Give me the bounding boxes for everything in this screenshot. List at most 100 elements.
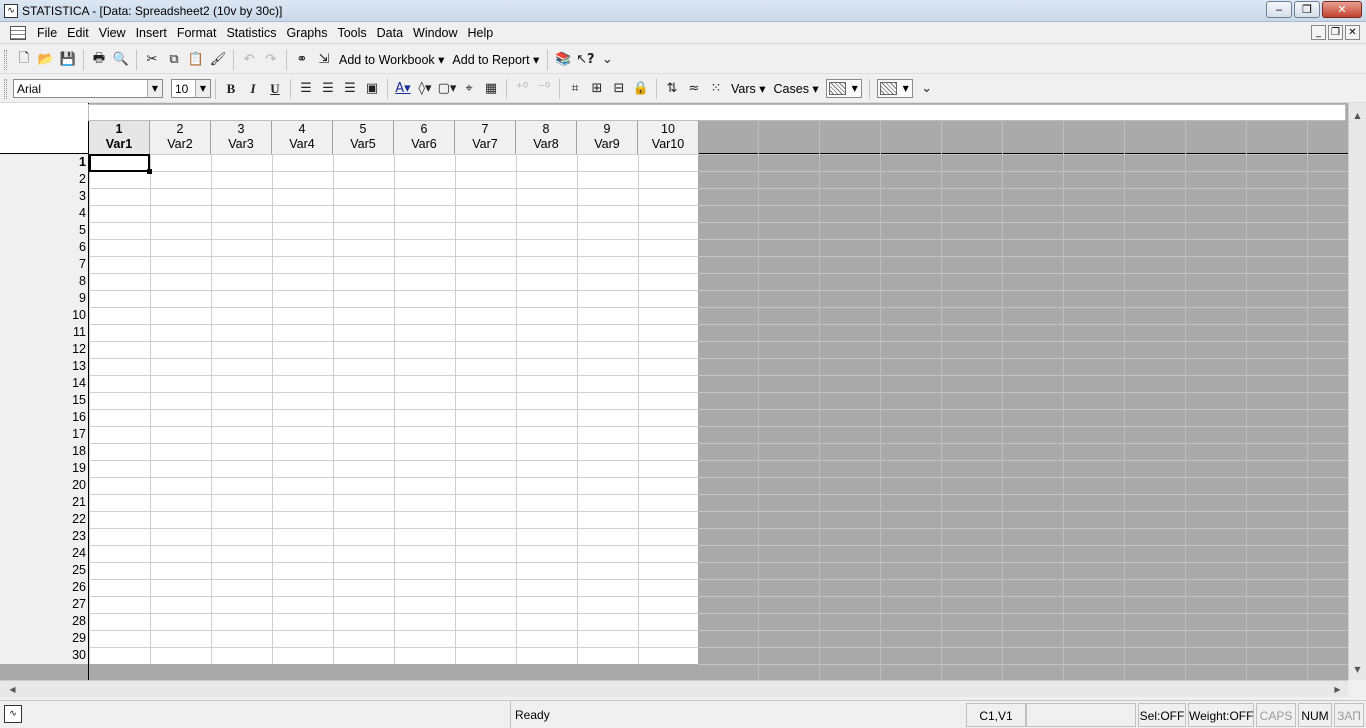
find-binoculars-icon[interactable]: ⚭: [291, 49, 313, 71]
align-right-icon[interactable]: ☰: [339, 78, 361, 100]
column-header[interactable]: 3 Var3: [211, 121, 272, 154]
pattern-select-2[interactable]: ▼: [876, 79, 913, 98]
align-center-icon[interactable]: ☰: [317, 78, 339, 100]
row-header[interactable]: 11: [0, 324, 89, 341]
all-specs-icon[interactable]: ⊟: [608, 78, 630, 100]
row-header[interactable]: 6: [0, 239, 89, 256]
row-header[interactable]: 5: [0, 222, 89, 239]
font-size-select[interactable]: 10 ▼: [171, 79, 211, 98]
pattern-select-1[interactable]: ▼: [825, 79, 862, 98]
cases-menu-button[interactable]: Cases ▾: [770, 81, 823, 96]
decrease-decimal-icon[interactable]: ⁻⁰: [533, 78, 555, 100]
minimize-button[interactable]: ‒: [1266, 1, 1292, 18]
row-header[interactable]: 30: [0, 647, 89, 664]
select-all-corner[interactable]: [0, 103, 89, 154]
toolbar-options-chevron-icon[interactable]: ⌄: [596, 49, 618, 71]
active-cell-cursor[interactable]: [89, 154, 152, 174]
undo-icon[interactable]: ↶: [238, 49, 260, 71]
row-header[interactable]: 18: [0, 443, 89, 460]
row-header[interactable]: 19: [0, 460, 89, 477]
save-icon[interactable]: 💾: [57, 49, 79, 71]
status-app-icon[interactable]: ∿: [4, 705, 22, 723]
font-color-icon[interactable]: A▾: [392, 78, 414, 100]
cut-icon[interactable]: ✂: [141, 49, 163, 71]
gridlines-icon[interactable]: ▦: [480, 78, 502, 100]
row-header[interactable]: 8: [0, 273, 89, 290]
recode-icon[interactable]: ≈: [683, 78, 705, 100]
row-header[interactable]: 12: [0, 341, 89, 358]
menu-statistics[interactable]: Statistics: [221, 22, 281, 44]
scroll-right-icon[interactable]: ▶: [1329, 681, 1346, 698]
toolbar-grip[interactable]: [4, 49, 7, 70]
new-file-icon[interactable]: 🗋: [13, 49, 35, 71]
align-left-icon[interactable]: ☰: [295, 78, 317, 100]
goto-icon[interactable]: ⇲: [313, 49, 335, 71]
increase-decimal-icon[interactable]: ⁺⁰: [511, 78, 533, 100]
row-header[interactable]: 9: [0, 290, 89, 307]
row-header[interactable]: 15: [0, 392, 89, 409]
column-header[interactable]: 6 Var6: [394, 121, 455, 154]
row-header[interactable]: 20: [0, 477, 89, 494]
context-help-icon[interactable]: ↖?: [574, 49, 596, 71]
sort-az-icon[interactable]: ⇅: [661, 78, 683, 100]
redo-icon[interactable]: ↷: [260, 49, 282, 71]
paste-icon[interactable]: 📋: [185, 49, 207, 71]
cell-edit-bar[interactable]: [88, 104, 1346, 121]
fill-color-icon[interactable]: ◊▾: [414, 78, 436, 100]
bold-button[interactable]: B: [220, 78, 242, 100]
row-header[interactable]: 28: [0, 613, 89, 630]
row-header[interactable]: 27: [0, 596, 89, 613]
doc-minimize-button[interactable]: _: [1311, 25, 1326, 40]
row-header[interactable]: 2: [0, 171, 89, 188]
menu-insert[interactable]: Insert: [131, 22, 172, 44]
row-header[interactable]: 22: [0, 511, 89, 528]
font-name-select[interactable]: Arial ▼: [13, 79, 163, 98]
font-dropdown-arrow-icon[interactable]: ▼: [147, 80, 162, 97]
scroll-down-icon[interactable]: ▼: [1349, 661, 1366, 678]
vertical-scrollbar[interactable]: ▲ ▼: [1348, 103, 1366, 680]
column-header[interactable]: 7 Var7: [455, 121, 516, 154]
row-header[interactable]: 3: [0, 188, 89, 205]
menu-tools[interactable]: Tools: [332, 22, 371, 44]
row-header[interactable]: 21: [0, 494, 89, 511]
mark-cells-icon[interactable]: ⌗: [564, 78, 586, 100]
menu-graphs[interactable]: Graphs: [281, 22, 332, 44]
open-folder-icon[interactable]: 📂: [35, 49, 57, 71]
shuffle-cases-icon[interactable]: ⁙: [705, 78, 727, 100]
row-header[interactable]: 24: [0, 545, 89, 562]
row-header[interactable]: 10: [0, 307, 89, 324]
column-header[interactable]: 8 Var8: [516, 121, 577, 154]
menu-edit[interactable]: Edit: [62, 22, 94, 44]
row-header[interactable]: 25: [0, 562, 89, 579]
menu-file[interactable]: File: [32, 22, 62, 44]
toolbar-options-chevron-icon[interactable]: ⌄: [916, 78, 938, 100]
column-header[interactable]: 5 Var5: [333, 121, 394, 154]
row-header[interactable]: 1: [0, 154, 89, 171]
variable-specs-icon[interactable]: ⊞: [586, 78, 608, 100]
format-painter-icon[interactable]: 🖌: [207, 49, 229, 71]
menu-view[interactable]: View: [94, 22, 131, 44]
lock-icon[interactable]: 🔒: [630, 78, 652, 100]
statistica-book-icon[interactable]: 📚: [552, 49, 574, 71]
status-sel[interactable]: Sel:OFF: [1138, 703, 1186, 727]
column-header[interactable]: 1 Var1: [89, 121, 150, 154]
print-preview-icon[interactable]: 🔍: [110, 49, 132, 71]
size-dropdown-arrow-icon[interactable]: ▼: [195, 80, 210, 97]
scroll-up-icon[interactable]: ▲: [1349, 107, 1366, 124]
row-header[interactable]: 17: [0, 426, 89, 443]
menu-data[interactable]: Data: [372, 22, 408, 44]
copy-icon[interactable]: ⧉: [163, 49, 185, 71]
data-cells[interactable]: [89, 154, 698, 664]
toolbar-grip[interactable]: [4, 78, 7, 99]
status-weight[interactable]: Weight:OFF: [1188, 703, 1254, 727]
maximize-button[interactable]: ❐: [1294, 1, 1320, 18]
tag-icon[interactable]: ⌖: [458, 78, 480, 100]
row-header[interactable]: 23: [0, 528, 89, 545]
doc-close-button[interactable]: ✕: [1345, 25, 1360, 40]
pattern-dropdown-arrow-icon[interactable]: ▼: [900, 80, 912, 97]
horizontal-scrollbar[interactable]: ◀ ▶: [0, 680, 1348, 697]
cell-format-icon[interactable]: ▣: [361, 78, 383, 100]
statistica-app-icon[interactable]: ∿: [4, 3, 18, 18]
menu-window[interactable]: Window: [408, 22, 462, 44]
row-header[interactable]: 26: [0, 579, 89, 596]
